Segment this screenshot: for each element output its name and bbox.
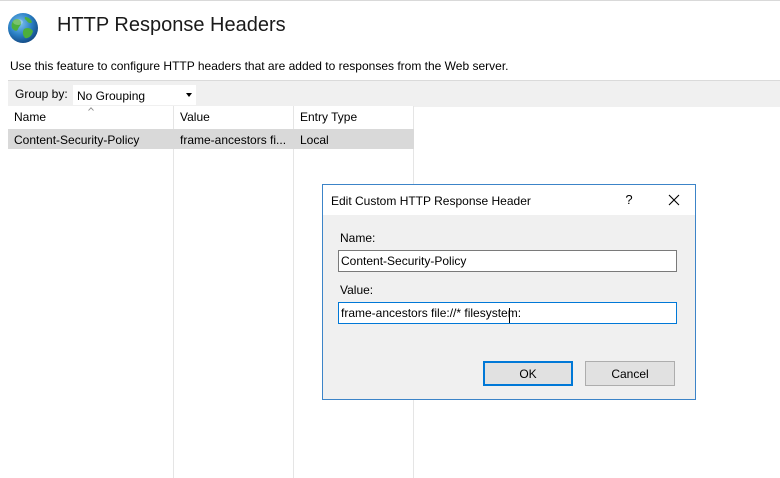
page-description: Use this feature to configure HTTP heade… bbox=[10, 59, 509, 73]
cell-name: Content-Security-Policy bbox=[14, 133, 140, 147]
group-by-selected-value: No Grouping bbox=[77, 89, 146, 103]
help-icon[interactable]: ? bbox=[623, 192, 635, 207]
value-field[interactable] bbox=[338, 302, 677, 324]
cancel-button[interactable]: Cancel bbox=[585, 361, 675, 386]
dialog-titlebar[interactable]: Edit Custom HTTP Response Header ? bbox=[323, 185, 695, 215]
column-header-name[interactable]: Name bbox=[14, 110, 46, 124]
chevron-down-icon bbox=[186, 93, 192, 97]
page-title: HTTP Response Headers bbox=[57, 14, 286, 36]
table-row[interactable]: Content-Security-Policy frame-ancestors … bbox=[8, 129, 414, 149]
ok-button[interactable]: OK bbox=[483, 361, 573, 386]
column-separator bbox=[173, 106, 174, 478]
group-by-toolbar: Group by: No Grouping bbox=[8, 80, 780, 107]
sort-ascending-icon bbox=[88, 107, 94, 111]
text-cursor bbox=[509, 308, 510, 323]
group-by-label: Group by: bbox=[15, 87, 68, 101]
globe-icon bbox=[8, 13, 38, 43]
edit-header-dialog: Edit Custom HTTP Response Header ? Name:… bbox=[322, 184, 696, 400]
top-border bbox=[0, 0, 780, 1]
name-field[interactable] bbox=[338, 250, 677, 272]
dialog-title: Edit Custom HTTP Response Header bbox=[331, 194, 531, 208]
group-by-dropdown[interactable]: No Grouping bbox=[72, 84, 197, 106]
cell-value: frame-ancestors fi... bbox=[180, 133, 287, 147]
column-separator bbox=[293, 106, 294, 478]
name-label: Name: bbox=[340, 231, 376, 245]
cell-entry-type: Local bbox=[300, 133, 329, 147]
column-header-value[interactable]: Value bbox=[180, 110, 210, 124]
close-icon[interactable] bbox=[662, 190, 686, 210]
value-label: Value: bbox=[340, 283, 374, 297]
column-header-entry-type[interactable]: Entry Type bbox=[300, 110, 357, 124]
